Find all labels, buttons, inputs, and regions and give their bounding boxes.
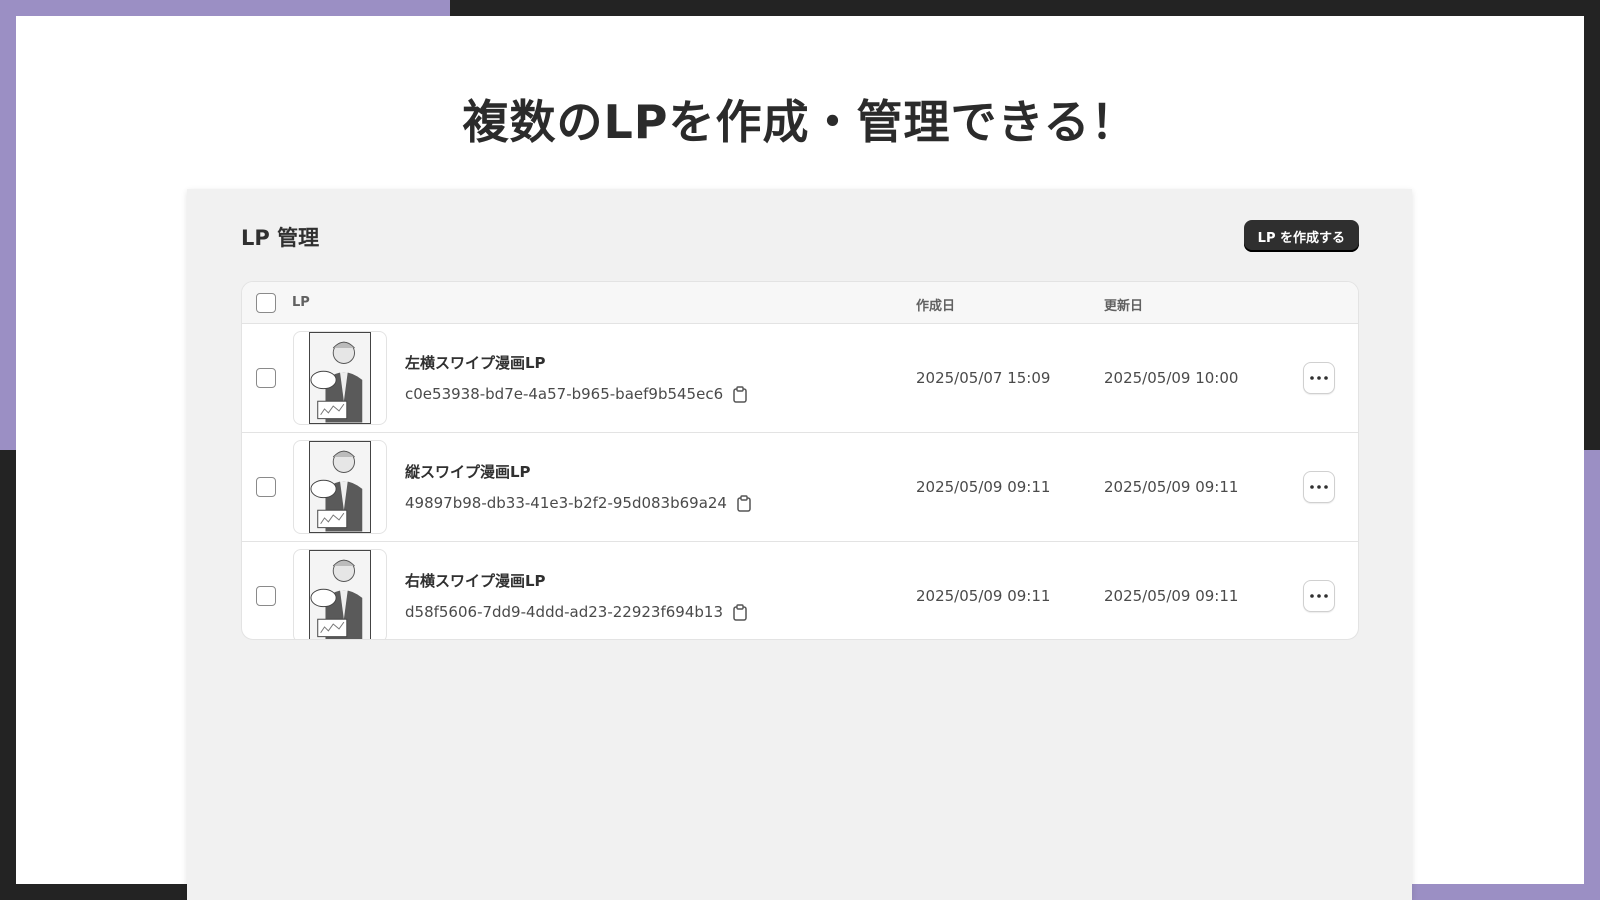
row-actions-button[interactable] <box>1303 362 1335 394</box>
lp-management-panel: LP 管理 LP を作成する LP 作成日 更新日 左横スワイプ漫画LP c0e… <box>187 189 1412 900</box>
lp-thumbnail[interactable] <box>293 331 387 425</box>
row-actions-button[interactable] <box>1303 580 1335 612</box>
more-horizontal-icon <box>1310 376 1328 380</box>
table-row[interactable]: 縦スワイプ漫画LP 49897b98-db33-41e3-b2f2-95d083… <box>242 433 1358 542</box>
lp-id-text: d58f5606-7dd9-4ddd-ad23-22923f694b13 <box>405 603 723 621</box>
lp-id: d58f5606-7dd9-4ddd-ad23-22923f694b13 <box>405 603 747 621</box>
column-header-updated: 更新日 <box>1104 299 1144 314</box>
clipboard-icon[interactable] <box>733 603 747 621</box>
lp-title[interactable]: 縦スワイプ漫画LP <box>405 461 531 482</box>
create-lp-button[interactable]: LP を作成する <box>1243 220 1359 252</box>
row-actions-button[interactable] <box>1303 471 1335 503</box>
panel-title: LP 管理 <box>241 226 320 250</box>
select-all-checkbox[interactable] <box>256 293 276 313</box>
lp-thumbnail[interactable] <box>293 549 387 639</box>
manga-thumbnail-icon <box>309 550 371 639</box>
more-horizontal-icon <box>1310 485 1328 489</box>
lp-table: LP 作成日 更新日 左横スワイプ漫画LP c0e53938-bd7e-4a57… <box>241 281 1359 640</box>
page-headline: 複数のLPを作成・管理できる！ <box>462 95 1138 149</box>
updated-date: 2025/05/09 10:00 <box>1104 369 1239 387</box>
lp-title[interactable]: 左横スワイプ漫画LP <box>405 352 546 373</box>
table-header: LP 作成日 更新日 <box>242 282 1358 324</box>
column-header-created: 作成日 <box>916 299 956 314</box>
updated-date: 2025/05/09 09:11 <box>1104 587 1239 605</box>
created-date: 2025/05/07 15:09 <box>916 369 1051 387</box>
updated-date: 2025/05/09 09:11 <box>1104 478 1239 496</box>
lp-id-text: 49897b98-db33-41e3-b2f2-95d083b69a24 <box>405 494 727 512</box>
lp-title[interactable]: 右横スワイプ漫画LP <box>405 570 546 591</box>
row-checkbox[interactable] <box>256 368 276 388</box>
table-row[interactable]: 右横スワイプ漫画LP d58f5606-7dd9-4ddd-ad23-22923… <box>242 542 1358 639</box>
lp-id-text: c0e53938-bd7e-4a57-b965-baef9b545ec6 <box>405 385 724 403</box>
lp-id: c0e53938-bd7e-4a57-b965-baef9b545ec6 <box>405 385 747 403</box>
row-checkbox[interactable] <box>256 586 276 606</box>
row-checkbox[interactable] <box>256 477 276 497</box>
lp-thumbnail[interactable] <box>293 440 387 534</box>
manga-thumbnail-icon <box>309 332 371 424</box>
clipboard-icon[interactable] <box>733 385 747 403</box>
created-date: 2025/05/09 09:11 <box>916 587 1051 605</box>
lp-id: 49897b98-db33-41e3-b2f2-95d083b69a24 <box>405 494 751 512</box>
column-header-lp: LP <box>292 295 310 310</box>
more-horizontal-icon <box>1310 594 1328 598</box>
clipboard-icon[interactable] <box>737 494 751 512</box>
created-date: 2025/05/09 09:11 <box>916 478 1051 496</box>
manga-thumbnail-icon <box>309 441 371 533</box>
table-row[interactable]: 左横スワイプ漫画LP c0e53938-bd7e-4a57-b965-baef9… <box>242 324 1358 433</box>
